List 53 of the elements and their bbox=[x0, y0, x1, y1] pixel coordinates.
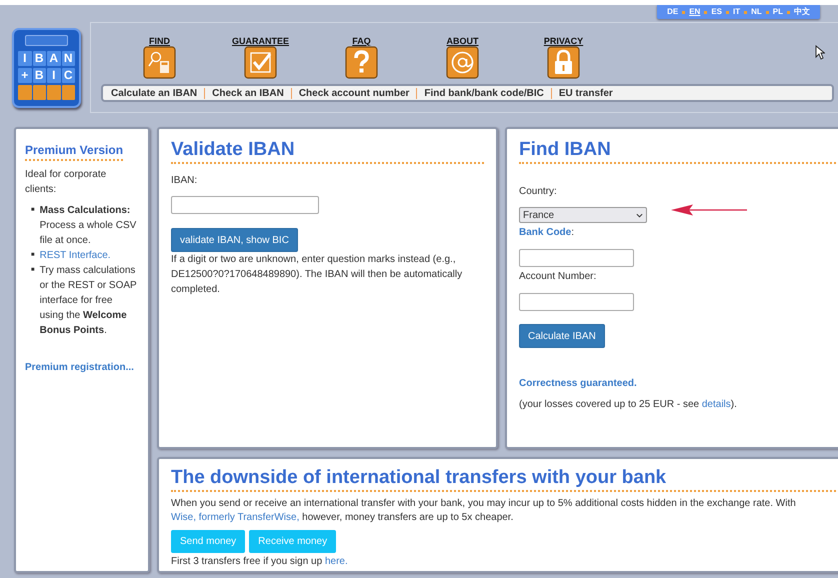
field-label: : bbox=[571, 227, 574, 238]
nav-link[interactable]: FAQ bbox=[352, 36, 371, 46]
nav-link[interactable]: GUARANTEE bbox=[232, 36, 289, 46]
nav-link[interactable]: FIND bbox=[149, 36, 170, 46]
iban-field[interactable] bbox=[171, 196, 319, 214]
checkmark-icon[interactable] bbox=[244, 46, 277, 79]
premium-link[interactable]: Premium registration... bbox=[25, 360, 134, 375]
chevron-icon bbox=[636, 212, 643, 218]
language-link[interactable]: NL bbox=[751, 6, 762, 18]
nav-link[interactable]: ABOUT bbox=[446, 36, 478, 46]
feature-text: Mass Calculations: Process a whole CSV file at once. bbox=[40, 204, 138, 248]
validate-button[interactable]: validate IBAN, show BIC bbox=[171, 228, 298, 252]
nav-link[interactable]: EU transfer bbox=[558, 86, 613, 100]
language-link[interactable]: IT bbox=[732, 6, 740, 18]
field-label: IBAN: bbox=[171, 174, 198, 188]
feature-text: Try mass calculations or the REST or SOAP interface for free using the Welcome Bonus Points. bbox=[40, 264, 138, 338]
language-link[interactable]: 中文 bbox=[794, 6, 810, 18]
nav-link[interactable]: Check account number bbox=[298, 86, 410, 100]
language-link[interactable]: PL bbox=[772, 6, 783, 18]
nav-link[interactable]: Check an IBAN bbox=[212, 86, 284, 100]
search-icon[interactable] bbox=[143, 46, 176, 79]
feature-link[interactable]: REST Interface. bbox=[40, 248, 111, 263]
language-link[interactable]: DE bbox=[667, 6, 678, 18]
logo[interactable]: I B A N + B I C bbox=[12, 28, 81, 108]
section-heading: The downside of international transfers with your bank bbox=[171, 467, 836, 492]
bank-code-link[interactable]: Bank Code bbox=[519, 227, 572, 238]
field-label: Account Number: bbox=[519, 270, 598, 284]
text-field[interactable] bbox=[519, 249, 634, 267]
nav-link[interactable]: Calculate an IBAN bbox=[111, 86, 198, 100]
paragraph: When you send or receive an international transfer with your bank, you may incur up to 5% additional costs hidden in the exchange rate. With Wise, formerly TransferWise, however, money transfers are up to 5x cheaper. bbox=[171, 497, 797, 525]
section-heading: Validate IBAN bbox=[171, 139, 484, 164]
sidebar-text: Ideal for corporate clients: bbox=[25, 168, 108, 197]
text-link[interactable]: here. bbox=[324, 556, 348, 567]
question-icon[interactable] bbox=[345, 46, 378, 79]
text-field[interactable] bbox=[519, 293, 634, 311]
help-text: If a digit or two are unknown, enter question marks instead (e.g., DE12500?0?170648489890). The IBAN will then be automatically completed. bbox=[171, 253, 464, 297]
section-heading: Find IBAN bbox=[519, 139, 836, 164]
field-label: Country: bbox=[519, 185, 558, 199]
guarantee-text: Correctness guaranteed. bbox=[519, 377, 638, 391]
language-link[interactable]: ES bbox=[711, 6, 722, 18]
cursor-icon bbox=[815, 45, 825, 60]
text-link[interactable]: details bbox=[702, 399, 731, 410]
padlock-icon[interactable] bbox=[547, 46, 580, 79]
nav-link[interactable]: Find bank/bank code/BIC bbox=[424, 86, 544, 100]
at-sign-icon[interactable] bbox=[446, 46, 479, 79]
text-link[interactable]: Wise, formerly TransferWise, bbox=[171, 512, 300, 523]
sidebar-heading: Premium Version bbox=[25, 141, 124, 161]
country-select[interactable]: France bbox=[519, 207, 647, 223]
footer-text: First 3 transfers free if you sign up here. bbox=[171, 555, 349, 569]
note-text: (your losses covered up to 25 EUR - see details). bbox=[519, 398, 738, 412]
nav-link[interactable]: PRIVACY bbox=[544, 36, 584, 46]
language-link[interactable]: EN bbox=[689, 6, 700, 18]
calculate-button[interactable]: Calculate IBAN bbox=[519, 324, 605, 348]
